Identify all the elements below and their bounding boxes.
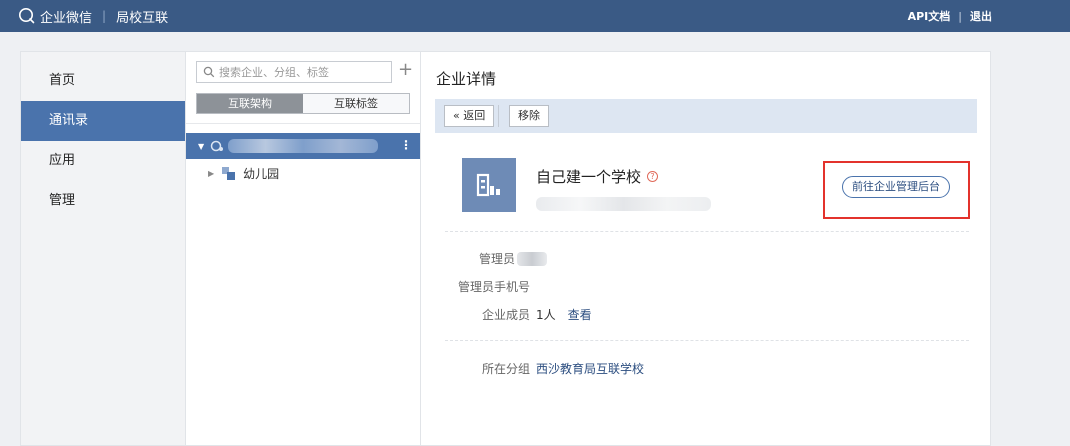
- search-icon: [203, 66, 215, 78]
- org-tree-panel: 搜索企业、分组、标签 + 互联架构 互联标签 ▼ ⋮ ▶ 幼儿园: [186, 52, 421, 445]
- sidebar-item-contacts[interactable]: 通讯录: [21, 101, 185, 141]
- tree-child-node[interactable]: ▶ 幼儿园: [208, 163, 279, 183]
- admin-row: 管理员: [479, 250, 548, 267]
- group-row: 所在分组 西沙教育局互联学校: [482, 360, 644, 377]
- corp-name: 自己建一个学校 ?: [536, 166, 659, 187]
- tab-interconnect-tags[interactable]: 互联标签: [303, 94, 409, 113]
- wecom-logo-icon: [19, 8, 35, 24]
- redacted-admin-value: [517, 251, 548, 266]
- sidebar-item-home[interactable]: 首页: [21, 61, 185, 101]
- page-title: 企业详情: [436, 70, 497, 88]
- corp-detail-panel: 企业详情 « 返回 移除 自己建一个学校 ? 前往企业管理后台 管理员 管理员手…: [421, 52, 992, 445]
- tree-child-label: 幼儿园: [243, 166, 280, 181]
- divider: [445, 231, 969, 232]
- detail-toolbar: « 返回 移除: [435, 99, 977, 133]
- tree-root-node[interactable]: ▼ ⋮: [186, 133, 420, 159]
- brand[interactable]: 企业微信 | 局校互联: [18, 0, 168, 32]
- group-icon: [222, 166, 236, 180]
- back-button[interactable]: « 返回: [444, 105, 495, 127]
- redacted-corp-info: [536, 197, 711, 211]
- search-input[interactable]: 搜索企业、分组、标签: [196, 61, 392, 83]
- admin-phone-label: 管理员手机号: [458, 280, 531, 294]
- api-docs-link[interactable]: API文档: [908, 8, 951, 24]
- sidebar-item-manage[interactable]: 管理: [21, 181, 185, 221]
- help-icon[interactable]: ?: [647, 171, 659, 182]
- sidebar-item-apps[interactable]: 应用: [21, 141, 185, 181]
- tree-divider: [186, 123, 420, 124]
- search-placeholder: 搜索企业、分组、标签: [219, 66, 329, 79]
- members-value: 1人: [536, 308, 556, 322]
- view-members-link[interactable]: 查看: [568, 306, 592, 323]
- redacted-root-name: [228, 139, 379, 153]
- logout-link[interactable]: 退出: [970, 8, 992, 24]
- main-panel: 首页 通讯录 应用 管理 搜索企业、分组、标签 + 互联架构 互联标签 ▼ ⋮: [20, 51, 991, 446]
- corp-logo: [462, 158, 516, 212]
- toolbar-separator: [498, 105, 499, 127]
- admin-label: 管理员: [479, 252, 516, 266]
- remove-button[interactable]: 移除: [509, 105, 549, 127]
- corp-name-text: 自己建一个学校: [536, 168, 642, 186]
- double-chevron-left-icon: «: [453, 109, 460, 122]
- members-row: 企业成员 1人 查看: [482, 306, 592, 323]
- building-icon: [476, 173, 500, 197]
- goto-admin-button[interactable]: 前往企业管理后台: [842, 176, 950, 198]
- corp-group-icon: [210, 140, 224, 152]
- members-label: 企业成员: [482, 308, 531, 322]
- sidebar: 首页 通讯录 应用 管理: [21, 52, 186, 445]
- divider: [445, 340, 969, 341]
- module-name: 局校互联: [116, 10, 169, 26]
- add-icon[interactable]: +: [398, 59, 413, 81]
- top-links: API文档 | 退出: [908, 0, 992, 32]
- caret-down-icon[interactable]: ▼: [198, 142, 204, 151]
- caret-right-icon[interactable]: ▶: [208, 169, 214, 178]
- brand-separator: |: [102, 9, 107, 23]
- tab-interconnect-structure[interactable]: 互联架构: [197, 94, 303, 113]
- group-label: 所在分组: [482, 362, 531, 376]
- top-bar: 企业微信 | 局校互联 API文档 | 退出: [0, 0, 1070, 32]
- admin-phone-row: 管理员手机号: [458, 278, 530, 295]
- group-value-link[interactable]: 西沙教育局互联学校: [536, 360, 644, 377]
- tree-tabs: 互联架构 互联标签: [196, 93, 410, 114]
- app-name: 企业微信: [40, 10, 93, 26]
- link-separator: |: [958, 9, 962, 23]
- back-button-label: 返回: [463, 109, 486, 122]
- more-options-icon[interactable]: ⋮: [400, 138, 412, 152]
